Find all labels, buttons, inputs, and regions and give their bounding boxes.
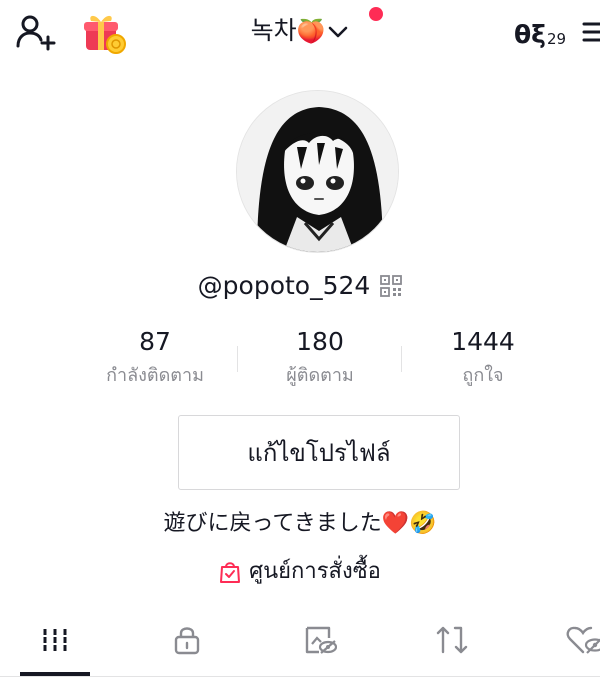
avatar[interactable] (236, 90, 399, 253)
stat-following[interactable]: 87 กำลังติดตาม (70, 324, 240, 390)
stat-label: ผู้ติดตาม (286, 365, 354, 386)
edit-profile-button[interactable]: แก้ไขโปรไฟล์ (178, 415, 460, 490)
order-center-link[interactable]: ศูนย์การสั่งซื้อ (0, 556, 600, 588)
repost-icon (435, 624, 469, 660)
order-center-label: ศูนย์การสั่งซื้อ (249, 559, 381, 584)
profile-stats: 87 กำลังติดตาม 180 ผู้ติดตาม 1444 ถูกใจ (0, 324, 600, 400)
account-name: 녹차 (250, 16, 297, 45)
shopping-bag-icon (219, 560, 241, 584)
username: @popoto_524 (197, 271, 371, 300)
tab-reposts[interactable] (417, 612, 487, 672)
tab-videos[interactable] (20, 612, 90, 672)
stat-label: ถูกใจ (462, 365, 504, 386)
stat-value: 1444 (451, 327, 515, 356)
creator-tools-icon[interactable]: θξ 29 (514, 14, 566, 50)
qr-code-icon[interactable] (380, 275, 403, 297)
peach-emoji: 🍑 (296, 19, 326, 45)
top-bar: 녹차🍑 θξ 29 (0, 0, 600, 64)
stat-label: กำลังติดตาม (106, 365, 204, 386)
chevron-down-icon (327, 15, 349, 49)
liked-hidden-icon (565, 625, 600, 659)
bio: 遊びに戻ってきました❤️🤣 (163, 511, 437, 536)
stat-followers[interactable]: 180 ผู้ติดตาม (235, 324, 405, 390)
stat-value: 180 (296, 327, 344, 356)
tagged-photo-icon (303, 624, 338, 660)
account-switcher[interactable]: 녹차🍑 (0, 14, 600, 49)
content-tabs (0, 612, 600, 677)
stat-value: 87 (139, 327, 171, 356)
notification-dot (369, 7, 383, 21)
grid-icon (41, 625, 69, 659)
lock-icon (173, 625, 201, 659)
tab-private[interactable] (152, 612, 222, 672)
creator-count: 29 (546, 30, 567, 48)
creator-glyph: θξ (514, 20, 546, 49)
username-row: @popoto_524 (0, 268, 600, 304)
menu-icon[interactable] (582, 20, 600, 44)
tab-liked[interactable] (550, 612, 600, 672)
stat-likes[interactable]: 1444 ถูกใจ (398, 324, 568, 390)
tab-tagged[interactable] (285, 612, 355, 672)
